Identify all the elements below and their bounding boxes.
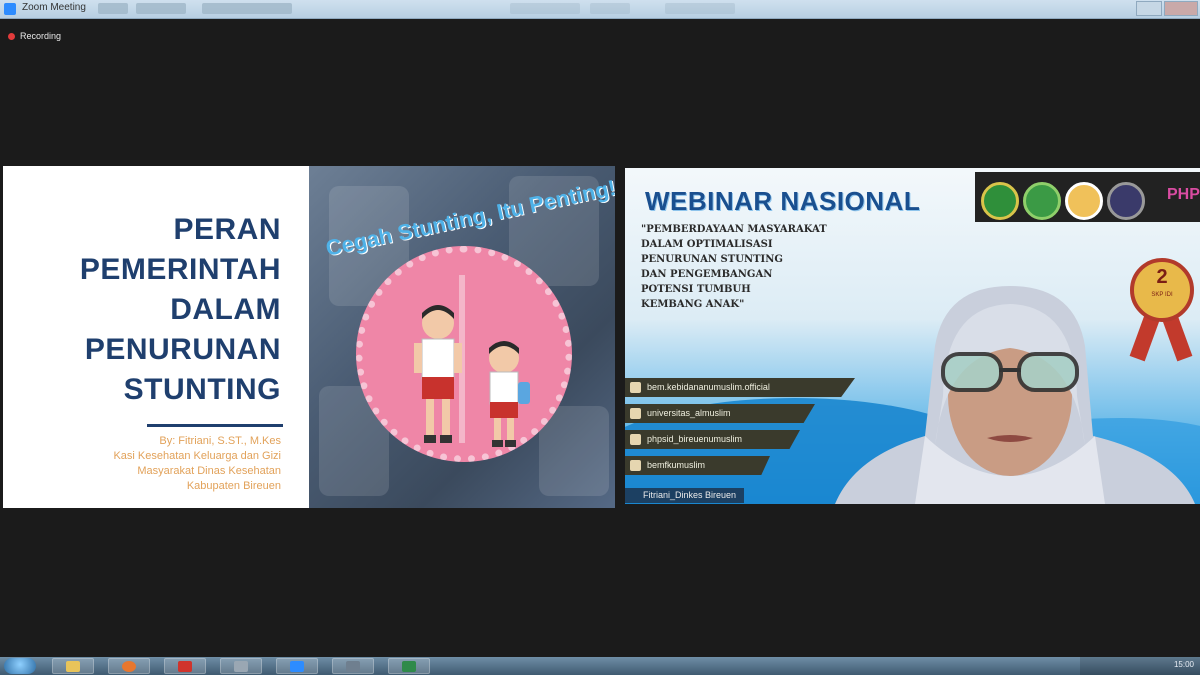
heading-line: PERAN bbox=[173, 213, 281, 246]
pdf-icon bbox=[178, 661, 192, 672]
university-logo-icon bbox=[981, 182, 1019, 220]
recording-indicator: Recording bbox=[8, 31, 61, 41]
taskbar-acrobat[interactable] bbox=[164, 658, 206, 674]
taskbar-firefox[interactable] bbox=[108, 658, 150, 674]
start-button[interactable] bbox=[4, 658, 36, 674]
heading-line: PEMERINTAH bbox=[79, 253, 281, 286]
theme-line: PENURUNAN STUNTING bbox=[641, 254, 783, 265]
calculator-icon bbox=[346, 661, 360, 672]
title-bar-item[interactable] bbox=[590, 3, 630, 14]
theme-line: POTENSI TUMBUH bbox=[641, 284, 751, 295]
instagram-icon bbox=[630, 434, 641, 445]
social-instagram-row: phpsid_bireuenumuslim bbox=[625, 430, 800, 449]
zoom-icon bbox=[290, 661, 304, 672]
instagram-icon bbox=[630, 408, 641, 419]
social-handle: phpsid_bireuenumuslim bbox=[647, 434, 743, 444]
phps-logo-text: PHPS bbox=[1167, 186, 1200, 203]
taskbar-explorer[interactable] bbox=[52, 658, 94, 674]
firefox-icon bbox=[122, 661, 136, 672]
webinar-theme: "PEMBERDAYAAN MASYARAKAT DALAM OPTIMALIS… bbox=[641, 222, 827, 312]
title-bar-item[interactable] bbox=[202, 3, 292, 14]
recording-label: Recording bbox=[20, 31, 62, 41]
speaker-person bbox=[835, 286, 1195, 504]
heading-line: STUNTING bbox=[123, 373, 281, 406]
title-bar-item[interactable] bbox=[510, 3, 580, 14]
window-title-bar: Zoom Meeting bbox=[0, 0, 1200, 19]
theme-line: "PEMBERDAYAAN MASYARAKAT bbox=[641, 224, 827, 235]
zoom-app-icon bbox=[4, 3, 16, 15]
instagram-icon bbox=[630, 460, 641, 471]
taskbar-clock[interactable]: 15:00 bbox=[1174, 660, 1194, 669]
author-line: Kabupaten Bireuen bbox=[186, 480, 281, 492]
slide-text-panel: PERAN PEMERINTAH DALAM PENURUNAN STUNTIN… bbox=[3, 166, 309, 508]
taskbar-calculator[interactable] bbox=[332, 658, 374, 674]
stunting-badge bbox=[356, 246, 572, 462]
minimize-button[interactable] bbox=[1136, 1, 1162, 16]
author-line: Kasi Kesehatan Keluarga dan Gizi bbox=[113, 450, 281, 462]
windows-taskbar: 15:00 bbox=[0, 657, 1200, 675]
social-handle: bem.kebidananumuslim.official bbox=[647, 382, 770, 392]
instagram-icon bbox=[630, 382, 641, 393]
sponsor-logo-bar: PHPS bbox=[975, 172, 1200, 222]
folder-icon bbox=[66, 661, 80, 672]
title-bar-item[interactable] bbox=[98, 3, 128, 14]
social-instagram-row: bemfkumuslim bbox=[625, 456, 770, 475]
social-instagram-row: universitas_almuslim bbox=[625, 404, 815, 423]
author-line: By: Fitriani, S.ST., M.Kes bbox=[159, 435, 281, 447]
association-logo-icon bbox=[1065, 182, 1103, 220]
taskbar-app[interactable] bbox=[220, 658, 262, 674]
taskbar-zoom[interactable] bbox=[276, 658, 318, 674]
shared-slide[interactable]: PERAN PEMERINTAH DALAM PENURUNAN STUNTIN… bbox=[3, 166, 615, 508]
heading-line: PENURUNAN bbox=[84, 333, 281, 366]
heading-divider bbox=[147, 424, 283, 427]
webinar-title: WEBINAR NASIONAL bbox=[645, 186, 921, 216]
excel-icon bbox=[402, 661, 416, 672]
system-tray: 15:00 bbox=[1080, 657, 1200, 675]
social-instagram-row: bem.kebidananumuslim.official bbox=[625, 378, 855, 397]
organization-logo-icon bbox=[1107, 182, 1145, 220]
participant-name-tag: Fitriani_Dinkes Bireuen bbox=[625, 488, 745, 503]
theme-line: DALAM OPTIMALISASI bbox=[641, 239, 773, 250]
child-tall-illustration bbox=[414, 305, 462, 443]
child-short-illustration bbox=[489, 341, 530, 447]
slide-heading: PERAN PEMERINTAH DALAM PENURUNAN STUNTIN… bbox=[80, 210, 281, 410]
title-bar-item[interactable] bbox=[665, 3, 735, 14]
social-handle: universitas_almuslim bbox=[647, 408, 731, 418]
author-line: Masyarakat Dinas Kesehatan bbox=[137, 465, 281, 477]
window-title: Zoom Meeting bbox=[22, 2, 86, 13]
speaker-video[interactable]: WEBINAR NASIONAL "PEMBERDAYAAN MASYARAKA… bbox=[625, 168, 1200, 504]
social-handle: bemfkumuslim bbox=[647, 460, 706, 470]
theme-line: DAN PENGEMBANGAN bbox=[641, 269, 773, 280]
title-bar-item[interactable] bbox=[136, 3, 186, 14]
close-button[interactable] bbox=[1164, 1, 1198, 16]
heading-line: DALAM bbox=[170, 293, 281, 326]
faculty-logo-icon bbox=[1023, 182, 1061, 220]
taskbar-excel[interactable] bbox=[388, 658, 430, 674]
theme-line: KEMBANG ANAK" bbox=[641, 299, 745, 310]
slide-author: By: Fitriani, S.ST., M.Kes Kasi Kesehata… bbox=[31, 434, 281, 494]
app-icon bbox=[234, 661, 248, 672]
record-dot-icon bbox=[8, 33, 15, 40]
